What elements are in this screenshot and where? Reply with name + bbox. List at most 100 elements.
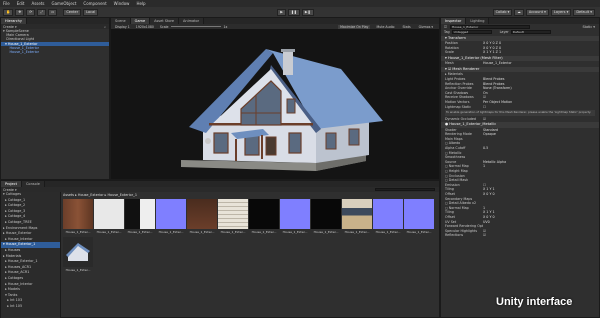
menu-edit[interactable]: Edit [17,1,25,6]
field-value[interactable]: ☑ [483,117,599,122]
move-tool-button[interactable]: ✥ [15,8,25,16]
breadcrumb[interactable]: Assets ▸ House_Exterior ▸ House_Exterior… [63,193,137,197]
asset-thumbnail[interactable] [156,199,186,229]
play-button[interactable]: ▶ [277,8,286,16]
hierarchy-item[interactable]: House_1_Exterior [1,50,109,54]
asset-label: House_1_Exter... [96,230,122,234]
scale-tool-button[interactable]: ⤢ [37,8,47,16]
asset-thumbnail[interactable] [125,199,155,229]
asset-thumbnail[interactable] [218,199,248,229]
asset-thumbnail[interactable] [249,199,279,229]
scene-option-3[interactable]: Gizmos ▾ [417,25,435,29]
asset-thumbnail[interactable] [63,199,93,229]
field-value[interactable]: X 1 Y 1 Z 1 [483,50,599,55]
field-label: Lightmap Static [445,104,472,109]
asset-label: House_1_Exter... [189,230,215,234]
info-note: To enable generation of lightmaps for th… [445,110,595,116]
collab-dropdown[interactable]: Collab ▾ [492,8,513,16]
project-folder[interactable]: ▸ Int 105 [1,304,60,310]
tab-scene[interactable]: Scene [111,18,131,24]
menu-file[interactable]: File [3,1,10,6]
pause-button[interactable]: ❚❚ [288,8,300,16]
tab-game[interactable]: Game [130,18,151,24]
asset-thumbnail[interactable] [94,199,124,229]
field-value[interactable]: ☑ [483,233,599,238]
menu-help[interactable]: Help [136,1,145,6]
asset-thumbnail[interactable] [63,237,93,267]
step-button[interactable]: ▶❚ [301,8,314,16]
tab-hierarchy[interactable]: Hierarchy [1,18,27,24]
asset-label: House_1_Exter... [65,268,91,272]
object-name-field[interactable]: House_1_Exterior [450,24,531,29]
menu-component[interactable]: Component [83,1,106,6]
field-label: Scale [445,50,454,55]
space-toggle[interactable]: Local [83,8,99,16]
main-toolbar: ✋ ✥ ⟳ ⤢ ▭ Center Local ▶ ❚❚ ▶❚ Collab ▾ … [0,7,600,17]
account-dropdown[interactable]: Account ▾ [525,8,549,16]
project-tree: ▾ Cottages ▸ Cottage_1 ▸ Cottage_2 ▸ Cot… [1,192,61,318]
caption-overlay: Unity interface [496,296,573,308]
scale-slider[interactable] [170,26,221,27]
tab-animator[interactable]: Animator [179,18,205,24]
asset-thumbnail[interactable] [311,199,341,229]
asset-label: House_1_Exter... [344,230,370,234]
asset-label: House_1_Exter... [127,230,153,234]
project-create-dropdown[interactable]: Create ▾ [3,188,17,192]
inspector-row: Scale X 1 Y 1 Z 1 [441,50,599,55]
static-toggle[interactable]: Static ▾ [583,25,595,29]
resolution-dropdown[interactable]: 1920x1080 [136,25,154,29]
asset-label: House_1_Exter... [220,230,246,234]
tag-label: Tag [444,30,450,34]
layer-dropdown[interactable]: Default [510,30,551,34]
project-search-input[interactable] [375,187,435,192]
asset-label: House_1_Exter... [158,230,184,234]
scene-option-1[interactable]: Mute Audio [374,25,396,29]
pivot-toggle[interactable]: Center [63,8,82,16]
hand-tool-button[interactable]: ✋ [3,8,14,16]
inspector-row: Reflections ☑ [441,233,599,238]
tab-inspector[interactable]: Inspector [441,18,467,24]
asset-label: House_1_Exter... [406,230,432,234]
asset-label: House_1_Exter... [375,230,401,234]
search-icon[interactable]: ⌕ [104,25,106,29]
asset-thumbnail[interactable] [280,199,310,229]
hierarchy-panel: Hierarchy Create ▾ ⌕ ▾ SampleScene Main … [0,17,110,180]
asset-thumbnail[interactable] [342,199,372,229]
create-dropdown[interactable]: Create ▾ [3,25,17,29]
field-value[interactable]: House_1_Exterior [483,61,599,66]
scene-option-0[interactable]: Maximize On Play [338,24,371,29]
inspector-row: Dynamic Occluded ☑ [441,117,599,122]
tab-project[interactable]: Project [1,181,22,187]
asset-thumbnail[interactable] [187,199,217,229]
layer-label: Layer [499,30,509,34]
scene-option-2[interactable]: Stats [401,25,413,29]
inspector-row: Lightmap Static ☐ [441,105,599,110]
tab-lighting[interactable]: Lighting [466,18,490,24]
scene-panel: Scene Game Asset Store Animator Display 1 1… [110,17,440,180]
asset-label: House_1_Exter... [313,230,339,234]
tab-asset-store[interactable]: Asset Store [150,18,180,24]
rect-tool-button[interactable]: ▭ [48,8,58,16]
menu-assets[interactable]: Assets [31,1,44,6]
layers-dropdown[interactable]: Layers ▾ [550,8,572,16]
layout-dropdown[interactable]: Default ▾ [573,8,595,16]
asset-thumbnail[interactable] [373,199,403,229]
tag-dropdown[interactable]: Untagged [451,30,492,34]
game-viewport[interactable] [111,29,439,179]
asset-label: House_1_Exter... [65,230,91,234]
inspector-panel: Inspector Lighting ☑ House_1_Exterior Sta… [440,17,600,318]
house-model [181,49,383,171]
asset-label: House_1_Exter... [282,230,308,234]
active-checkbox[interactable]: ☑ [444,25,447,29]
cloud-icon[interactable]: ☁ [514,8,524,16]
inspector-row: Mesh House_1_Exterior [441,61,599,66]
tab-console[interactable]: Console [21,181,45,187]
asset-thumbnail[interactable] [404,199,434,229]
rotate-tool-button[interactable]: ⟳ [26,8,36,16]
menu-gameobject[interactable]: GameObject [51,1,76,6]
field-label: Mesh [445,61,454,66]
field-value[interactable]: ☐ [483,105,599,110]
display-dropdown[interactable]: Display 1 [115,25,130,29]
field-label: Reflections [445,233,464,238]
menu-window[interactable]: Window [114,1,130,6]
